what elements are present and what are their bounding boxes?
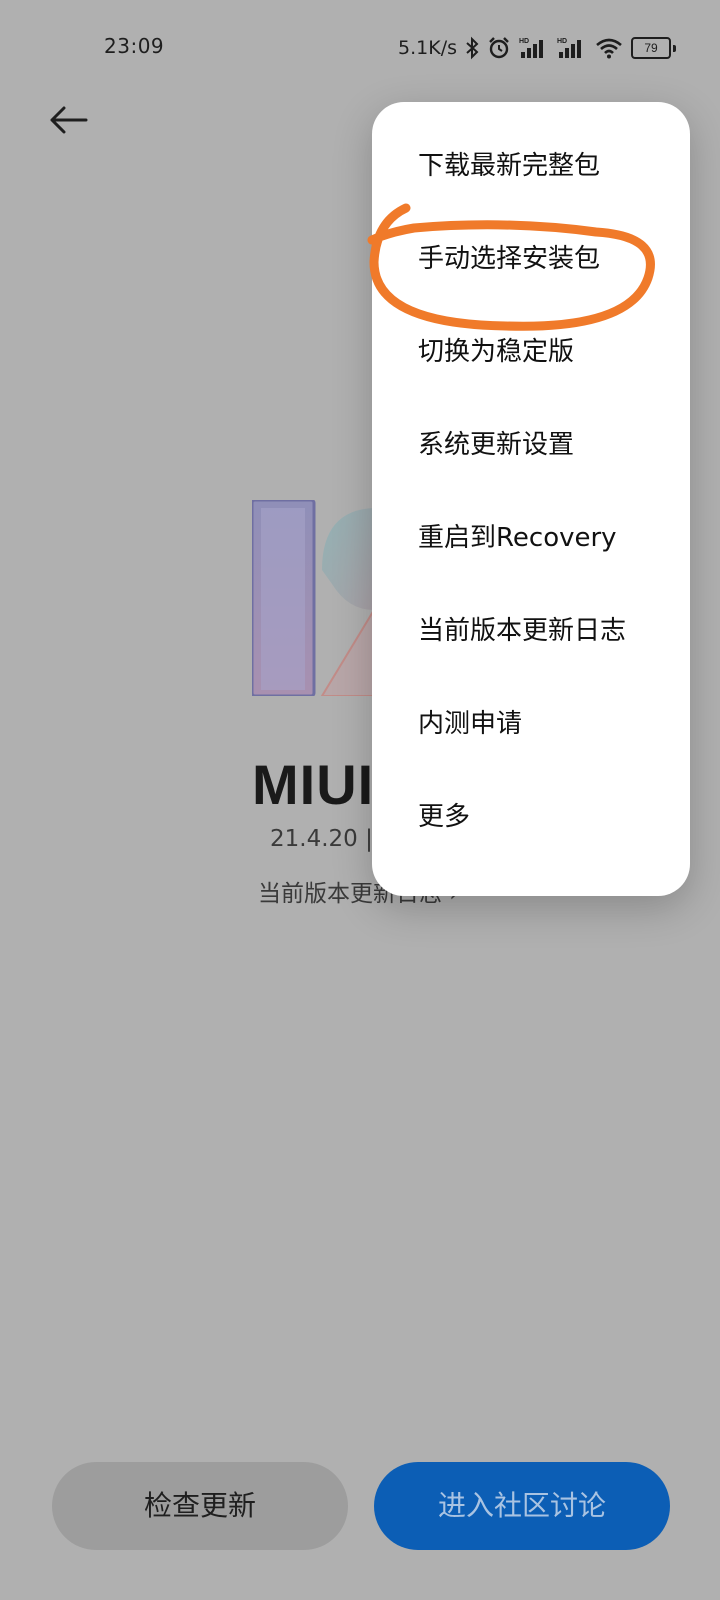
- overflow-menu: 下载最新完整包 手动选择安装包 切换为稳定版 系统更新设置 重启到Recover…: [372, 102, 690, 896]
- version-text: 21.4.20 |: [270, 826, 373, 852]
- menu-item-more[interactable]: 更多: [418, 789, 470, 845]
- menu-item-switch-to-stable[interactable]: 切换为稳定版: [418, 324, 574, 380]
- status-time: 23:09: [104, 34, 165, 58]
- menu-item-reboot-recovery[interactable]: 重启到Recovery: [418, 510, 617, 566]
- arrow-left-icon[interactable]: [46, 100, 92, 140]
- miui-12-logo: [252, 500, 375, 696]
- menu-item-download-full-package[interactable]: 下载最新完整包: [418, 138, 600, 194]
- community-button[interactable]: 进入社区讨论: [374, 1462, 670, 1550]
- status-bar: 23:09 5.1K/s HD HD 79: [0, 0, 720, 96]
- hd-signal-icon: HD: [519, 38, 543, 58]
- svg-text:HD: HD: [557, 38, 567, 45]
- battery-level: 79: [631, 37, 671, 59]
- menu-item-update-settings[interactable]: 系统更新设置: [418, 417, 574, 473]
- bluetooth-icon: [466, 36, 479, 60]
- page-title: MIUI: [252, 753, 375, 816]
- network-speed: 5.1K/s: [398, 37, 457, 59]
- hd-signal-icon: HD: [557, 38, 581, 58]
- menu-item-beta-apply[interactable]: 内测申请: [418, 696, 522, 752]
- menu-item-changelog[interactable]: 当前版本更新日志: [418, 603, 626, 659]
- battery-icon: 79: [631, 37, 676, 59]
- wifi-icon: [596, 38, 622, 59]
- alarm-icon: [489, 37, 509, 59]
- svg-text:HD: HD: [519, 38, 529, 45]
- menu-item-manual-select-package[interactable]: 手动选择安装包: [418, 231, 600, 287]
- check-update-button[interactable]: 检查更新: [52, 1462, 348, 1550]
- status-icons: 5.1K/s HD HD 79: [398, 34, 676, 62]
